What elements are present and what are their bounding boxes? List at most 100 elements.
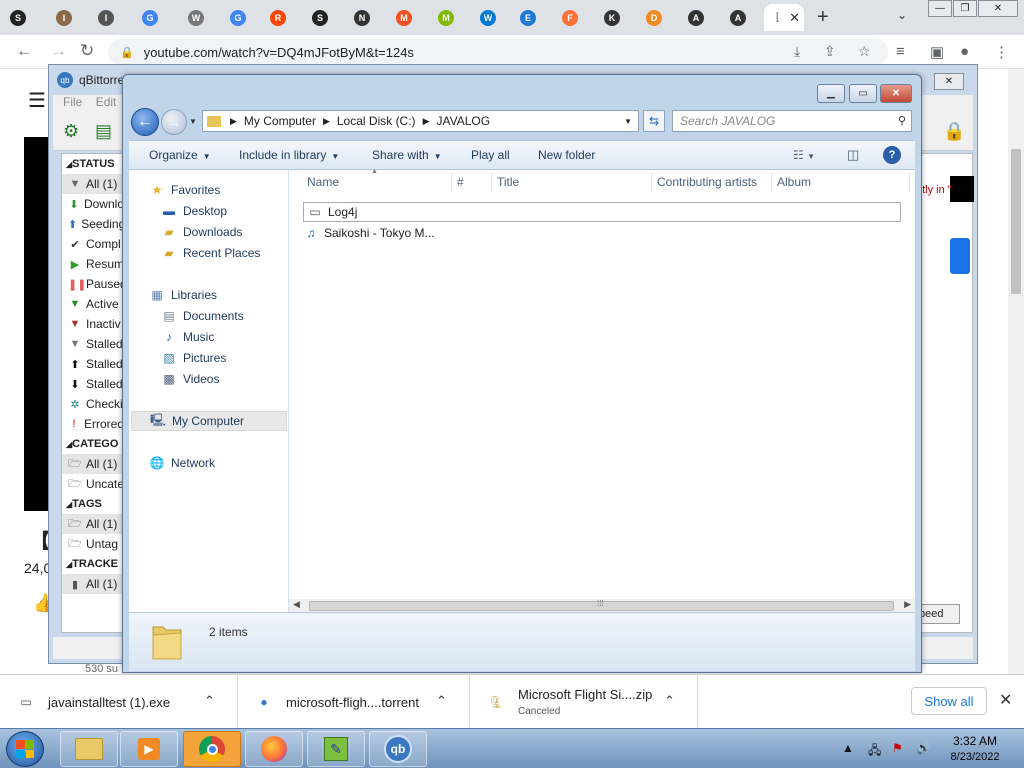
column-separator[interactable] bbox=[651, 172, 652, 192]
breadcrumb-my-computer[interactable]: My Computer bbox=[244, 114, 316, 128]
browser-tab[interactable]: E bbox=[512, 4, 552, 31]
sidebar-filter-item[interactable]: ⬇ Stalled bbox=[62, 374, 124, 394]
browser-tab[interactable]: A bbox=[722, 4, 762, 31]
browser-minimize-button[interactable]: — bbox=[928, 0, 952, 17]
browser-tab[interactable]: W bbox=[472, 4, 512, 31]
explorer-maximize-button[interactable]: ▭ bbox=[849, 84, 877, 103]
page-scrollbar-thumb[interactable] bbox=[1011, 149, 1021, 294]
menu-file[interactable]: File bbox=[63, 95, 82, 109]
sidebar-filter-item[interactable]: ▮ All (1) bbox=[62, 574, 124, 594]
download-item[interactable]: ● microsoft-fligh....torrent ⌃ bbox=[238, 675, 470, 729]
browser-tab[interactable]: W bbox=[180, 4, 220, 31]
lock-icon[interactable]: 🔒 bbox=[943, 121, 965, 142]
sidebar-filter-item[interactable]: ▼ Inactiv bbox=[62, 314, 124, 334]
action-center-flag-icon[interactable]: ⚑ bbox=[892, 741, 903, 755]
help-icon[interactable]: ? bbox=[883, 146, 901, 164]
side-panel-icon[interactable]: ▣ bbox=[930, 43, 944, 61]
back-button[interactable]: ← bbox=[131, 108, 159, 136]
address-breadcrumb[interactable]: ▶ My Computer ▶ Local Disk (C:) ▶ JAVALO… bbox=[202, 110, 639, 132]
sidebar-filter-item[interactable]: ▶ Resum bbox=[62, 254, 124, 274]
breadcrumb-separator-icon[interactable]: ▶ bbox=[423, 116, 430, 127]
search-icon[interactable]: ⚲ bbox=[898, 114, 906, 127]
browser-menu-icon[interactable]: ⋮ bbox=[994, 43, 1009, 61]
command-include-in-library[interactable]: Include in library ▼ bbox=[239, 148, 339, 162]
sidebar-filter-item[interactable]: ▼ All (1) bbox=[62, 174, 124, 194]
reload-icon[interactable]: ↻ bbox=[80, 41, 94, 61]
column-header-contributing-artists[interactable]: Contributing artists bbox=[657, 175, 757, 189]
nav-item[interactable]: ▩ Videos bbox=[161, 369, 219, 389]
column-header-number[interactable]: # bbox=[457, 175, 464, 189]
browser-tab[interactable]: S bbox=[2, 4, 42, 31]
sidebar-filter-item[interactable]: ✲ Checki bbox=[62, 394, 124, 414]
forward-arrow-icon[interactable]: → bbox=[50, 41, 67, 61]
taskbar-chrome-button[interactable] bbox=[183, 731, 241, 767]
nav-item[interactable]: ▰ Recent Places bbox=[161, 243, 260, 263]
media-controls-icon[interactable]: ≡ bbox=[896, 43, 905, 60]
show-hidden-icons-arrow-icon[interactable]: ▲ bbox=[842, 741, 854, 755]
qbittorrent-close-button[interactable]: ✕ bbox=[934, 73, 964, 90]
command-organize[interactable]: Organize ▼ bbox=[149, 148, 211, 162]
tab-search-chevron-icon[interactable]: ⌄ bbox=[897, 8, 907, 22]
address-dropdown-icon[interactable]: ▼ bbox=[624, 117, 632, 126]
browser-tab[interactable]: I bbox=[90, 4, 130, 31]
horizontal-scrollbar[interactable]: ◀ ⁞⁞⁞ ▶ bbox=[289, 599, 915, 613]
sidebar-filter-item[interactable]: 🗁 All (1) bbox=[62, 454, 124, 474]
file-row[interactable]: ▭ Log4j bbox=[303, 202, 901, 222]
nav-item[interactable]: ▧ Pictures bbox=[161, 348, 226, 368]
taskbar-firefox-button[interactable] bbox=[245, 731, 303, 767]
browser-tab[interactable]: S bbox=[304, 4, 344, 31]
browser-tab[interactable]: D bbox=[638, 4, 678, 31]
file-row[interactable]: ♫ Saikoshi - Tokyo M... bbox=[303, 223, 435, 243]
breadcrumb-separator-icon[interactable]: ▶ bbox=[230, 116, 237, 127]
back-arrow-icon[interactable]: ← bbox=[16, 41, 33, 61]
forward-button[interactable]: → bbox=[161, 109, 187, 135]
browser-tab[interactable]: N bbox=[346, 4, 386, 31]
column-separator[interactable] bbox=[771, 172, 772, 192]
browser-tab[interactable]: R bbox=[262, 4, 302, 31]
volume-icon[interactable]: 🔊 bbox=[916, 741, 931, 755]
nav-item[interactable]: ★ Favorites bbox=[149, 180, 221, 200]
column-header-album[interactable]: Album bbox=[777, 175, 811, 189]
browser-maximize-button[interactable]: ❐ bbox=[953, 0, 977, 17]
browser-tab[interactable]: G bbox=[134, 4, 174, 31]
system-clock[interactable]: 3:32 AM 8/23/2022 bbox=[940, 733, 1010, 765]
sidebar-filter-item[interactable]: ▼ Active bbox=[62, 294, 124, 314]
column-separator[interactable] bbox=[451, 172, 452, 192]
search-input[interactable]: Search JAVALOG ⚲ bbox=[672, 110, 912, 132]
taskbar-qbittorrent-button[interactable]: qb bbox=[369, 731, 427, 767]
sidebar-filter-item[interactable]: ❚❚ Paused bbox=[62, 274, 124, 294]
column-separator[interactable] bbox=[491, 172, 492, 192]
column-separator[interactable] bbox=[909, 172, 910, 192]
sidebar-filter-item[interactable]: ! Errored bbox=[62, 414, 124, 434]
sidebar-filter-item[interactable]: 🗁 Uncate bbox=[62, 474, 124, 494]
share-icon[interactable]: ⇪ bbox=[824, 43, 836, 60]
profile-avatar-icon[interactable]: ● bbox=[960, 43, 969, 60]
taskbar-media-player-button[interactable]: ▶ bbox=[120, 731, 178, 767]
new-tab-button[interactable]: + bbox=[817, 6, 829, 29]
close-tab-icon[interactable]: ✕ bbox=[789, 10, 800, 26]
start-button[interactable] bbox=[6, 731, 44, 767]
nav-item[interactable]: 🖳 My Computer bbox=[131, 411, 287, 431]
browser-tab[interactable]: F bbox=[554, 4, 594, 31]
explorer-close-button[interactable]: ✕ bbox=[880, 84, 912, 103]
close-shelf-icon[interactable]: ✕ bbox=[999, 690, 1012, 710]
address-bar[interactable]: 🔒 youtube.com/watch?v=DQ4mJFotByM&t=124s… bbox=[108, 39, 888, 65]
recent-pages-dropdown-icon[interactable]: ▼ bbox=[189, 117, 197, 126]
tags-header[interactable]: ◢ TAGS bbox=[62, 494, 124, 514]
browser-tab[interactable]: A bbox=[680, 4, 720, 31]
browser-tab[interactable]: M bbox=[388, 4, 428, 31]
download-options-chevron-icon[interactable]: ⌃ bbox=[664, 693, 675, 709]
page-scrollbar[interactable] bbox=[1008, 69, 1024, 674]
refresh-icon[interactable]: ⇆ bbox=[643, 110, 665, 132]
explorer-minimize-button[interactable]: ▁ bbox=[817, 84, 845, 103]
download-item[interactable]: 🗜 Microsoft Flight Si....zip Canceled ⌃ bbox=[470, 675, 698, 729]
sidebar-filter-item[interactable]: ✔ Compl bbox=[62, 234, 124, 254]
column-header-title[interactable]: Title bbox=[497, 175, 519, 189]
status-header[interactable]: ◢ STATUS bbox=[62, 154, 124, 174]
bookmark-star-icon[interactable]: ☆ bbox=[858, 43, 871, 60]
scroll-right-icon[interactable]: ▶ bbox=[904, 599, 911, 610]
command-new-folder[interactable]: New folder bbox=[538, 148, 595, 162]
browser-close-button[interactable]: ✕ bbox=[978, 0, 1018, 17]
nav-item[interactable]: ▰ Downloads bbox=[161, 222, 242, 242]
nav-item[interactable]: 🌐 Network bbox=[149, 453, 216, 473]
